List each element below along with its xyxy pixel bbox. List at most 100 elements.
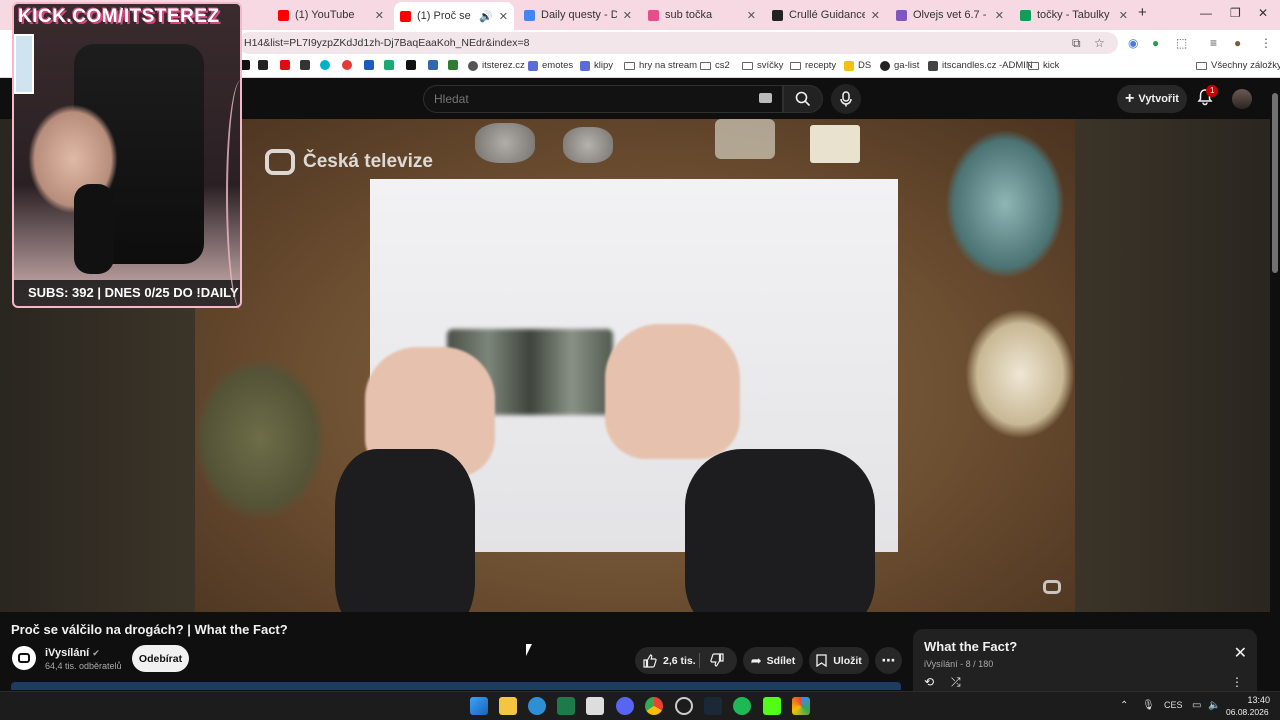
bookmark-emotes[interactable]: emotes: [528, 60, 573, 71]
bookmark-icon[interactable]: [406, 60, 420, 70]
all-bookmarks-folder[interactable]: Všechny záložky: [1196, 60, 1280, 71]
shuffle-icon[interactable]: ⤮: [951, 675, 961, 690]
bookmark-folder-recepty[interactable]: recepty: [790, 60, 836, 71]
bookmark-icon[interactable]: [300, 60, 314, 70]
notifications-button[interactable]: 1: [1196, 85, 1219, 108]
bookmark-icon[interactable]: [342, 60, 356, 70]
menu-kebab-icon[interactable]: ⋮: [1260, 36, 1272, 50]
close-icon[interactable]: ✕: [871, 9, 880, 22]
scrollbar-thumb[interactable]: [1272, 93, 1278, 273]
steam-icon[interactable]: [704, 697, 722, 715]
tab-crulle[interactable]: Crullé Guidance C1 ✕: [766, 4, 886, 26]
drive-icon[interactable]: [792, 697, 810, 715]
app-icon[interactable]: [675, 697, 693, 715]
save-button[interactable]: Uložit: [809, 647, 869, 674]
volume-icon[interactable]: 🔈: [1208, 700, 1220, 711]
file-explorer-icon[interactable]: [499, 697, 517, 715]
clock-time[interactable]: 13:40: [1240, 695, 1270, 705]
avatar[interactable]: [1232, 89, 1252, 109]
bookmark-icon[interactable]: [428, 60, 442, 70]
media-icon[interactable]: ≡: [1210, 36, 1217, 50]
close-icon[interactable]: ✕: [1119, 9, 1128, 22]
close-icon[interactable]: ✕: [623, 9, 632, 22]
tab-youtube[interactable]: (1) YouTube ✕: [272, 4, 390, 26]
extension-icon[interactable]: ●: [1152, 36, 1159, 50]
close-window-icon[interactable]: ✕: [1258, 6, 1268, 20]
close-icon[interactable]: ✕: [1234, 643, 1247, 663]
bookmark-itsterez[interactable]: itsterez.cz: [468, 60, 525, 71]
speaker-icon[interactable]: 🔊: [479, 10, 493, 23]
bookmark-folder-hry[interactable]: hry na stream: [624, 60, 697, 71]
excel-icon[interactable]: [557, 697, 575, 715]
chrome-icon[interactable]: [645, 697, 663, 715]
tab-form[interactable]: Olvejs vet 6.7 - Form ✕: [890, 4, 1010, 26]
bookmark-icon[interactable]: [258, 60, 272, 70]
bookmark-icon[interactable]: [240, 60, 254, 70]
playlist-title[interactable]: What the Fact?: [924, 639, 1017, 654]
bookmark-folder-kick[interactable]: kick: [1028, 60, 1059, 71]
minimize-icon[interactable]: —: [1200, 6, 1212, 20]
bookmark-itscandles[interactable]: itscandles.cz -ADMIN: [928, 60, 1033, 71]
bookmark-label: DS: [858, 60, 872, 71]
app-icon[interactable]: [586, 697, 604, 715]
dislike-button[interactable]: [710, 653, 724, 670]
close-icon[interactable]: ✕: [499, 10, 508, 23]
tab-daily-questy[interactable]: Daily questy - Dokum ✕: [518, 4, 638, 26]
video-player[interactable]: Česká televize: [195, 119, 1075, 612]
bookmark-ga-list[interactable]: ga-list: [880, 60, 919, 71]
extension-icon[interactable]: ◉: [1128, 36, 1138, 50]
search-button[interactable]: [783, 85, 823, 113]
bookmark-klipy[interactable]: klipy: [580, 60, 613, 71]
subscribe-button[interactable]: Odebírat: [132, 645, 189, 672]
page-scrollbar[interactable]: [1270, 79, 1280, 691]
bookmark-icon[interactable]: [280, 60, 294, 70]
network-icon[interactable]: ▭: [1192, 700, 1201, 711]
loop-icon[interactable]: ⟲: [924, 675, 934, 689]
microphone-icon[interactable]: 🎙: [1142, 700, 1155, 711]
search-box[interactable]: [423, 85, 783, 113]
close-icon[interactable]: ✕: [747, 9, 756, 22]
keyboard-icon[interactable]: [759, 93, 772, 103]
share-label: Sdílet: [766, 654, 796, 667]
share-button[interactable]: ➦ Sdílet: [743, 647, 803, 674]
install-app-icon[interactable]: ⧉: [1072, 36, 1081, 51]
bookmark-folder-svicky[interactable]: svíčky: [742, 60, 783, 71]
bookmark-ds[interactable]: DS: [844, 60, 871, 71]
tab-sheets[interactable]: točky - Tabulky Goog ✕: [1014, 4, 1134, 26]
bookmark-icon[interactable]: [448, 60, 462, 70]
tab-current-video[interactable]: (1) Proč se válčilo 🔊 ✕: [394, 2, 514, 30]
extensions-puzzle-icon[interactable]: ⬚: [1176, 36, 1187, 50]
bookmark-icon[interactable]: [320, 60, 334, 70]
more-actions-button[interactable]: ⋯: [875, 647, 902, 674]
description-box[interactable]: [11, 682, 901, 690]
close-icon[interactable]: ✕: [375, 9, 384, 22]
discord-icon[interactable]: [616, 697, 634, 715]
restore-icon[interactable]: ❐: [1230, 6, 1241, 20]
bookmark-icon[interactable]: [364, 60, 378, 70]
profile-avatar-icon[interactable]: ●: [1234, 36, 1241, 50]
voice-search-button[interactable]: [831, 84, 861, 114]
menu-kebab-icon[interactable]: ⋮: [1231, 675, 1243, 689]
close-icon[interactable]: ✕: [995, 9, 1004, 22]
language-indicator[interactable]: CES: [1164, 700, 1183, 710]
create-button[interactable]: + Vytvořit: [1117, 85, 1187, 113]
channel-avatar[interactable]: [12, 646, 36, 670]
spotify-icon[interactable]: [733, 697, 751, 715]
channel-name[interactable]: iVysílání ✔: [45, 647, 100, 659]
tab-sub-tocka[interactable]: sub točka ✕: [642, 4, 762, 26]
like-button[interactable]: 2,6 tis.: [643, 653, 696, 668]
bookmark-icon[interactable]: [384, 60, 398, 70]
playlist-meta: iVysílání - 8 / 180: [924, 659, 994, 669]
search-input[interactable]: [434, 86, 734, 112]
app-icon[interactable]: [528, 697, 546, 715]
new-tab-button[interactable]: +: [1138, 4, 1147, 21]
kick-icon[interactable]: [763, 697, 781, 715]
start-windows-icon[interactable]: [470, 697, 488, 715]
address-bar[interactable]: H14&list=PL7I9yzpZKdJd1zh-Dj7BaqEaaKoh_N…: [238, 32, 1118, 54]
chevron-up-icon[interactable]: ⌃: [1120, 700, 1128, 711]
star-icon[interactable]: ☆: [1094, 36, 1105, 50]
clock-date[interactable]: 06.08.2026: [1226, 707, 1269, 717]
docs-icon: [524, 9, 535, 21]
bookmark-folder-cs2[interactable]: cs2: [700, 60, 730, 71]
ivysilani-logo-icon: [18, 653, 30, 663]
